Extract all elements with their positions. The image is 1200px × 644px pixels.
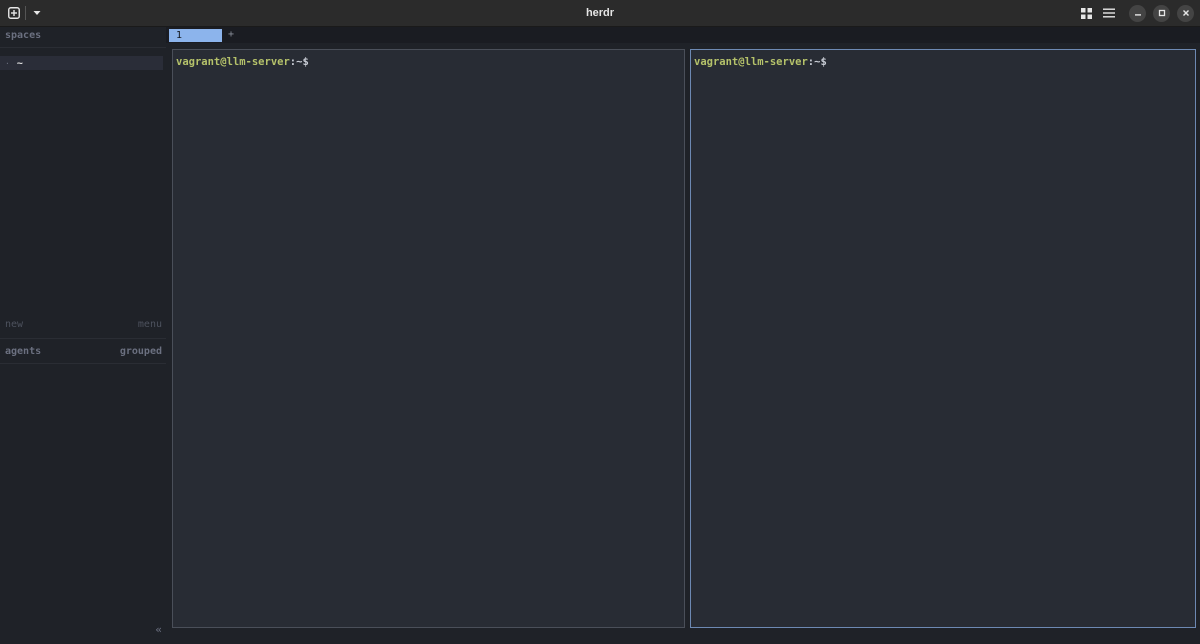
- tab-1[interactable]: 1: [169, 29, 222, 42]
- sidebar-divider: [0, 338, 166, 339]
- terminal-pane-right[interactable]: vagrant@llm-server:~$: [690, 49, 1196, 628]
- minimize-button[interactable]: [1129, 4, 1146, 22]
- new-space-button[interactable]: new: [5, 319, 23, 330]
- title-bar-separator: [25, 6, 26, 20]
- sidebar-divider: [0, 363, 166, 364]
- minimize-icon: [1134, 14, 1141, 16]
- layout-grid-button[interactable]: [1077, 4, 1095, 22]
- plus-square-icon: [8, 7, 20, 19]
- hamburger-icon: [1103, 8, 1115, 18]
- collapse-sidebar-button[interactable]: «: [155, 623, 162, 636]
- agents-header: agents: [5, 346, 42, 357]
- sidebar: spaces · ~ new menu agents grouped «: [0, 27, 166, 644]
- window-title: herdr: [585, 7, 615, 19]
- prompt-user-host: vagrant@llm-server: [176, 56, 290, 68]
- chevron-down-icon: [33, 11, 41, 15]
- terminal-pane-left[interactable]: vagrant@llm-server:~$: [172, 49, 685, 628]
- prompt-user-host: vagrant@llm-server: [694, 56, 808, 68]
- close-icon: [1182, 10, 1189, 16]
- shell-prompt: vagrant@llm-server:~$: [694, 56, 827, 68]
- title-bar-left-controls: [6, 5, 45, 21]
- prompt-path: :~$: [289, 56, 309, 68]
- grid-icon: [1080, 7, 1092, 19]
- shell-prompt: vagrant@llm-server:~$: [176, 56, 309, 68]
- prompt-path: :~$: [807, 56, 827, 68]
- maximize-button[interactable]: [1153, 4, 1170, 22]
- sidebar-menu-button[interactable]: menu: [138, 319, 162, 330]
- space-item[interactable]: · ~: [0, 56, 163, 70]
- app-menu-button[interactable]: [1100, 4, 1118, 22]
- space-item-bullet: ·: [5, 58, 10, 68]
- space-item-label: ~: [16, 57, 23, 69]
- new-tab-dropdown-button[interactable]: [29, 5, 45, 21]
- title-bar: herdr: [0, 0, 1200, 27]
- agents-grouping-toggle[interactable]: grouped: [120, 346, 162, 357]
- close-button[interactable]: [1177, 4, 1194, 22]
- terminal-area: vagrant@llm-server:~$ vagrant@llm-server…: [166, 43, 1200, 644]
- sidebar-divider: [0, 47, 166, 48]
- maximize-icon: [1158, 9, 1165, 17]
- new-tab-button[interactable]: [6, 5, 22, 21]
- tab-bar: 1 +: [166, 27, 1200, 43]
- spaces-header: spaces: [5, 30, 42, 41]
- title-bar-right-controls: [1072, 4, 1194, 22]
- add-tab-button[interactable]: +: [228, 28, 234, 42]
